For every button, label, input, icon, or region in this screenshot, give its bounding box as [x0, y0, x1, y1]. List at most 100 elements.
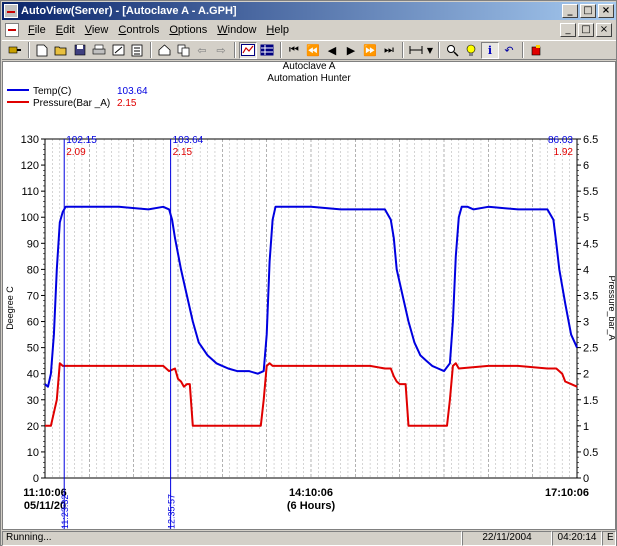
menu-controls[interactable]: Controls [113, 24, 164, 36]
x-mid-time: 14:10:06 [289, 487, 333, 499]
status-mode: E [602, 531, 616, 546]
cursor-temp-value: 103.64 [173, 135, 204, 146]
undo-icon[interactable]: ↶ [500, 42, 518, 59]
fast-forward-icon[interactable]: ⏩ [361, 42, 379, 59]
info-icon[interactable]: i [481, 41, 499, 59]
new-file-icon[interactable] [33, 42, 51, 59]
first-icon[interactable]: ⏮ [285, 42, 303, 59]
y-tick-label: 90 [27, 238, 39, 250]
cursor-pressure-value: 2.09 [66, 147, 86, 158]
status-message: Running... [2, 531, 462, 546]
mdi-close-button[interactable]: × [596, 23, 612, 37]
time-span-icon[interactable] [407, 42, 425, 59]
y-axis-label: Deegree C [5, 286, 15, 330]
forward-arrow-icon[interactable]: ⇨ [212, 42, 230, 59]
chart-area[interactable]: Autoclave A Automation Hunter Temp(C) 103.6… [2, 61, 617, 530]
zoom-icon[interactable] [443, 42, 461, 59]
toolbar-separator [522, 42, 524, 58]
menu-bar: File Edit View Controls Options Window H… [2, 21, 616, 39]
step-forward-icon[interactable]: ▶ [342, 42, 360, 59]
menu-file[interactable]: File [23, 24, 51, 36]
y-tick-label: 80 [27, 264, 39, 276]
y2-tick-label: 4.5 [583, 238, 598, 250]
y-tick-label: 70 [27, 290, 39, 302]
y-tick-label: 40 [27, 369, 39, 381]
toolbar-separator [438, 42, 440, 58]
menu-view[interactable]: View [80, 24, 114, 36]
table-view-icon[interactable] [258, 42, 276, 59]
trend-chart[interactable]: Autoclave AAutomation Hunter Temp(C) 103.6… [3, 61, 617, 529]
toolbar-separator [28, 42, 30, 58]
legend-label: Temp(C) [33, 86, 71, 97]
y2-tick-label: 1.5 [583, 395, 598, 407]
y2-tick-label: 6.5 [583, 134, 598, 146]
y2-axis-label: Pressure_bar_A [607, 275, 615, 340]
y-tick-label: 20 [27, 421, 39, 433]
legend-value: 103.64 [117, 86, 148, 97]
home-icon[interactable] [155, 42, 173, 59]
y2-tick-label: 3.5 [583, 290, 598, 302]
status-time: 04:20:14 [552, 531, 602, 546]
open-folder-icon[interactable] [52, 42, 70, 59]
properties-icon[interactable] [128, 42, 146, 59]
end-temp-value: 86.03 [548, 135, 573, 146]
status-date: 22/11/2004 [462, 531, 552, 546]
y2-tick-label: 2 [583, 369, 589, 381]
toolbar-separator [150, 42, 152, 58]
app-icon[interactable] [4, 4, 18, 18]
window-title: AutoView(Server) - [Autoclave A - A.GPH] [21, 5, 237, 17]
end-pressure-value: 1.92 [554, 147, 574, 158]
y-tick-label: 30 [27, 395, 39, 407]
y2-tick-label: 0 [583, 473, 589, 485]
y-tick-label: 60 [27, 317, 39, 329]
save-icon[interactable] [71, 42, 89, 59]
edit-graph-icon[interactable] [109, 42, 127, 59]
stop-icon[interactable] [527, 42, 545, 59]
print-icon[interactable] [90, 42, 108, 59]
legend-label: Pressure(Bar _A) [33, 98, 110, 109]
lightbulb-icon[interactable] [462, 42, 480, 59]
y2-tick-label: 1 [583, 421, 589, 433]
y2-tick-label: 2.5 [583, 343, 598, 355]
toolbar-separator [234, 42, 236, 58]
close-button[interactable]: × [598, 4, 614, 18]
y-tick-label: 0 [33, 473, 39, 485]
copy-icon[interactable] [174, 42, 192, 59]
trend-chart-icon[interactable] [239, 41, 257, 59]
y2-tick-label: 5.5 [583, 186, 598, 198]
x-end-time: 17:10:06 [545, 487, 589, 499]
chart-title: Autoclave A [283, 62, 336, 72]
menu-edit[interactable]: Edit [51, 24, 80, 36]
y2-tick-label: 0.5 [583, 447, 598, 459]
y-tick-label: 130 [21, 134, 39, 146]
y2-tick-label: 6 [583, 160, 589, 172]
step-back-icon[interactable]: ◀ [323, 42, 341, 59]
last-icon[interactable]: ⏭ [380, 42, 398, 59]
mdi-minimize-button[interactable]: _ [560, 23, 576, 37]
document-icon[interactable] [5, 23, 19, 37]
connect-icon[interactable] [6, 42, 24, 59]
y-tick-label: 50 [27, 343, 39, 355]
menu-window[interactable]: Window [212, 24, 261, 36]
toolbar-separator [402, 42, 404, 58]
chevron-down-icon[interactable]: ▼ [426, 42, 434, 59]
y-tick-label: 100 [21, 212, 39, 224]
back-arrow-icon[interactable]: ⇦ [193, 42, 211, 59]
y-tick-label: 110 [21, 186, 39, 198]
menu-options[interactable]: Options [164, 24, 212, 36]
menu-help[interactable]: Help [261, 24, 294, 36]
toolbar-separator [280, 42, 282, 58]
maximize-button[interactable]: □ [580, 4, 596, 18]
chart-subtitle: Automation Hunter [267, 73, 351, 84]
y2-tick-label: 4 [583, 264, 589, 276]
cursor-pressure-value: 2.15 [173, 147, 193, 158]
y2-tick-label: 5 [583, 212, 589, 224]
toolbar: ⇦ ⇨ ⏮ ⏪ ◀ ▶ ⏩ ⏭ ▼ i ↶ [2, 40, 616, 60]
minimize-button[interactable]: _ [562, 4, 578, 18]
rewind-icon[interactable]: ⏪ [304, 42, 322, 59]
mdi-restore-button[interactable]: □ [578, 23, 594, 37]
x-mid-span: (6 Hours) [287, 500, 336, 512]
cursor-time-label: 12:35:57 [167, 494, 177, 529]
title-bar[interactable]: AutoView(Server) - [Autoclave A - A.GPH]… [2, 2, 616, 20]
status-bar: Running... 22/11/2004 04:20:14 E [2, 531, 616, 546]
